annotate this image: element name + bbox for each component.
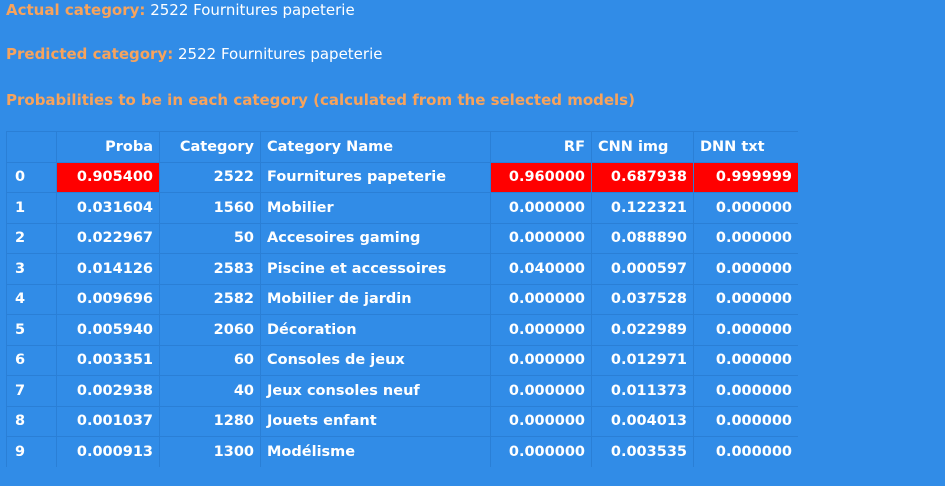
row-index: 8 [6,405,57,437]
actual-category-line: Actual category: 2522 Fournitures papete… [6,1,355,19]
category-name-cell: Piscine et accessoires [260,253,491,285]
row-index: 7 [6,375,57,407]
table-row: 3 0.014126 2583 Piscine et accessoires 0.040… [6,253,798,285]
table-row: 0 0.905400 2522 Fournitures papeterie 0.9600… [6,161,798,193]
rf-cell: 0.040000 [490,253,592,285]
proba-cell: 0.031604 [56,192,160,224]
predicted-category-line: Predicted category: 2522 Fournitures pap… [6,45,382,63]
app-page: Actual category: 2522 Fournitures papete… [0,0,945,486]
table-row: 9 0.000913 1300 Modélisme 0.000000 0.003535 0.… [6,436,798,467]
table-row: 7 0.002938 40 Jeux consoles neuf 0.000000 0.0… [6,375,798,407]
table-row: 8 0.001037 1280 Jouets enfant 0.000000 0.0040… [6,405,798,437]
row-index: 6 [6,344,57,376]
proba-cell: 0.003351 [56,344,160,376]
header-cnn-img[interactable]: CNN img [591,131,694,163]
row-index: 1 [6,192,57,224]
header-index[interactable] [6,131,57,163]
rf-cell: 0.000000 [490,436,592,467]
table-header-row: Proba Category Category Name RF CNN img … [6,131,798,163]
header-dnn-txt[interactable]: DNN txt [693,131,798,163]
category-name-cell: Modélisme [260,436,491,467]
header-proba[interactable]: Proba [56,131,160,163]
rf-cell: 0.000000 [490,375,592,407]
proba-cell: 0.001037 [56,405,160,437]
dnn-txt-cell: 0.000000 [693,436,798,467]
cnn-img-cell: 0.000597 [591,253,694,285]
dnn-txt-cell: 0.000000 [693,405,798,437]
row-index: 3 [6,253,57,285]
category-cell: 2582 [159,283,261,315]
header-rf[interactable]: RF [490,131,592,163]
probabilities-table-container[interactable]: Proba Category Category Name RF CNN img … [6,131,798,467]
category-name-cell: Accesoires gaming [260,222,491,254]
category-name-cell: Jeux consoles neuf [260,375,491,407]
category-cell: 40 [159,375,261,407]
predicted-category-value: 2522 Fournitures papeterie [178,45,383,63]
rf-cell: 0.000000 [490,314,592,346]
dnn-txt-cell: 0.000000 [693,222,798,254]
cnn-img-cell: 0.004013 [591,405,694,437]
category-name-cell: Consoles de jeux [260,344,491,376]
rf-cell: 0.000000 [490,222,592,254]
dnn-txt-cell: 0.000000 [693,375,798,407]
category-cell: 2522 [159,161,261,193]
actual-category-label: Actual category: [6,1,146,19]
cnn-img-cell: 0.022989 [591,314,694,346]
cnn-img-cell: 0.011373 [591,375,694,407]
rf-cell: 0.000000 [490,283,592,315]
proba-cell: 0.009696 [56,283,160,315]
rf-cell: 0.000000 [490,192,592,224]
dnn-txt-cell: 0.999999 [693,161,798,193]
dnn-txt-cell: 0.000000 [693,283,798,315]
rf-cell: 0.000000 [490,344,592,376]
category-cell: 1560 [159,192,261,224]
category-cell: 1280 [159,405,261,437]
table-row: 2 0.022967 50 Accesoires gaming 0.000000 0.08… [6,222,798,254]
category-name-cell: Mobilier [260,192,491,224]
category-cell: 2060 [159,314,261,346]
proba-cell: 0.905400 [56,161,160,193]
row-index: 5 [6,314,57,346]
dnn-txt-cell: 0.000000 [693,192,798,224]
cnn-img-cell: 0.122321 [591,192,694,224]
proba-cell: 0.002938 [56,375,160,407]
probabilities-title: Probabilities to be in each category (ca… [6,91,635,109]
dnn-txt-cell: 0.000000 [693,314,798,346]
category-cell: 60 [159,344,261,376]
probabilities-table: Proba Category Category Name RF CNN img … [6,131,798,467]
category-name-cell: Mobilier de jardin [260,283,491,315]
category-name-cell: Décoration [260,314,491,346]
table-row: 1 0.031604 1560 Mobilier 0.000000 0.122321 0.0… [6,192,798,224]
header-category-name[interactable]: Category Name [260,131,491,163]
cnn-img-cell: 0.687938 [591,161,694,193]
proba-cell: 0.022967 [56,222,160,254]
cnn-img-cell: 0.037528 [591,283,694,315]
dnn-txt-cell: 0.000000 [693,253,798,285]
category-name-cell: Jouets enfant [260,405,491,437]
row-index: 2 [6,222,57,254]
category-cell: 2583 [159,253,261,285]
category-cell: 1300 [159,436,261,467]
header-category[interactable]: Category [159,131,261,163]
proba-cell: 0.000913 [56,436,160,467]
rf-cell: 0.000000 [490,405,592,437]
proba-cell: 0.005940 [56,314,160,346]
table-row: 5 0.005940 2060 Décoration 0.000000 0.022989 0… [6,314,798,346]
cnn-img-cell: 0.003535 [591,436,694,467]
table-row: 6 0.003351 60 Consoles de jeux 0.000000 0.012… [6,344,798,376]
dnn-txt-cell: 0.000000 [693,344,798,376]
row-index: 4 [6,283,57,315]
proba-cell: 0.014126 [56,253,160,285]
actual-category-value: 2522 Fournitures papeterie [150,1,355,19]
predicted-category-label: Predicted category: [6,45,174,63]
rf-cell: 0.960000 [490,161,592,193]
table-row: 4 0.009696 2582 Mobilier de jardin 0.000000 0… [6,283,798,315]
category-cell: 50 [159,222,261,254]
row-index: 0 [6,161,57,193]
category-name-cell: Fournitures papeterie [260,161,491,193]
row-index: 9 [6,436,57,467]
cnn-img-cell: 0.012971 [591,344,694,376]
cnn-img-cell: 0.088890 [591,222,694,254]
